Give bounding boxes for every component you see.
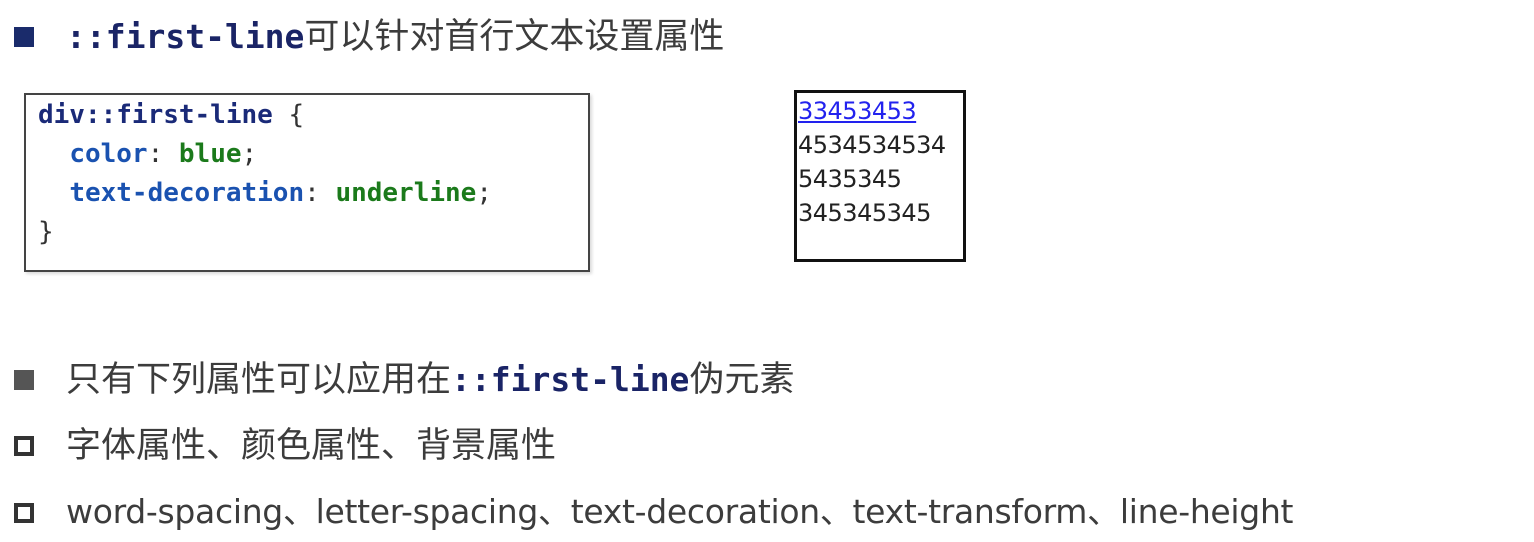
heading: ::first-line可以针对首行文本设置属性: [66, 17, 724, 57]
intro-line: 只有下列属性可以应用在::first-line伪元素: [66, 360, 794, 400]
code-example-box: div::first-line { color: blue; text-deco…: [24, 93, 590, 272]
demo-line-4: 345345345: [798, 199, 931, 227]
heading-code: ::first-line: [66, 17, 305, 56]
code-colon: :: [304, 178, 336, 208]
intro-bullet: [14, 370, 34, 390]
intro-prefix: 只有下列属性可以应用在: [66, 360, 452, 400]
heading-bullet: [14, 27, 34, 47]
demo-output-box: 33453453 4534534534 5435345 345345345: [794, 90, 966, 262]
code-semicolon: ;: [476, 178, 492, 208]
demo-first-line: 33453453: [798, 97, 917, 125]
intro-suffix: 伪元素: [689, 360, 795, 400]
code-open-brace: {: [272, 100, 305, 130]
code-prop-text-decoration: text-decoration: [69, 178, 305, 208]
demo-line-2: 4534534534: [798, 131, 946, 159]
heading-text: 可以针对首行文本设置属性: [304, 17, 725, 57]
code-selector: div::first-line: [38, 100, 273, 130]
code-line-4: }: [38, 217, 54, 247]
code-semicolon: ;: [241, 139, 258, 169]
code-close-brace: }: [38, 217, 54, 247]
item2-bullet: [14, 503, 34, 523]
code-line-3: text-decoration: underline;: [38, 178, 492, 208]
code-value-underline: underline: [335, 178, 477, 208]
code-prop-color: color: [69, 139, 148, 169]
list-item-text-props: word-spacing、letter-spacing、text-decorat…: [66, 492, 1294, 531]
code-value-blue: blue: [178, 139, 242, 169]
code-line-2: color: blue;: [38, 139, 257, 169]
demo-line-3: 5435345: [798, 165, 902, 193]
intro-code: ::first-line: [451, 360, 690, 399]
code-line-1: div::first-line {: [38, 100, 304, 130]
item1-bullet: [14, 436, 34, 456]
code-colon: :: [147, 139, 179, 169]
list-item-fonts: 字体属性、颜色属性、背景属性: [66, 426, 557, 466]
